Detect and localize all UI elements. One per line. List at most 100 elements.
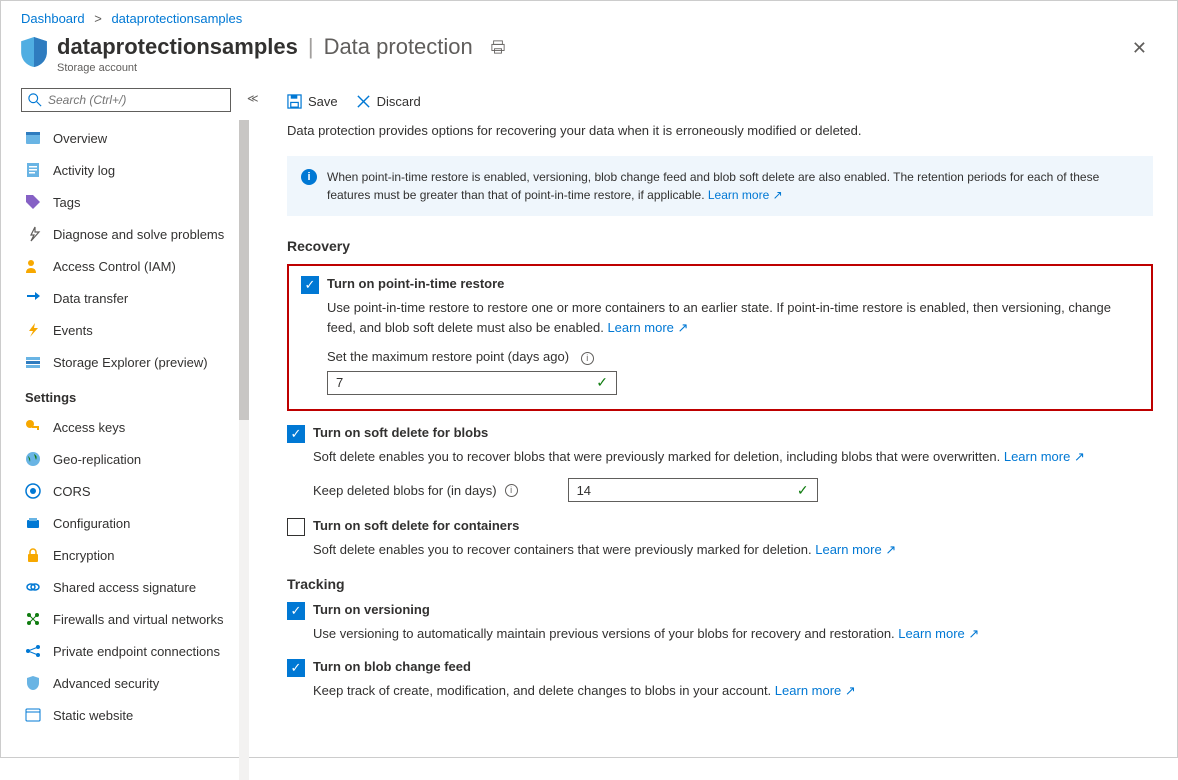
nav-tags[interactable]: Tags xyxy=(21,186,251,218)
check-icon: ✓ xyxy=(797,482,809,499)
nav-configuration[interactable]: Configuration xyxy=(21,507,251,539)
external-link-icon: ↗ xyxy=(885,542,896,557)
help-icon[interactable]: i xyxy=(505,484,518,497)
key-icon xyxy=(25,419,41,435)
lock-icon xyxy=(25,547,41,563)
section-tracking-title: Tracking xyxy=(287,576,1153,592)
nav-label: Storage Explorer (preview) xyxy=(53,355,208,370)
nav-cors[interactable]: CORS xyxy=(21,475,251,507)
nav-geo-replication[interactable]: Geo-replication xyxy=(21,443,251,475)
breadcrumb-resource[interactable]: dataprotectionsamples xyxy=(111,11,242,26)
close-button[interactable]: ✕ xyxy=(1132,38,1147,59)
discard-icon xyxy=(356,94,371,109)
nav-label: Data transfer xyxy=(53,291,128,306)
nav-label: Geo-replication xyxy=(53,452,141,467)
security-icon xyxy=(25,675,41,691)
scrollbar-track[interactable] xyxy=(239,120,249,780)
nav-label: Firewalls and virtual networks xyxy=(53,612,224,627)
nav-label: Configuration xyxy=(53,516,130,531)
checkbox-soft-delete-blobs[interactable]: ✓ xyxy=(287,425,305,443)
print-icon[interactable] xyxy=(491,40,505,57)
checkbox-versioning[interactable]: ✓ xyxy=(287,602,305,620)
nav-data-transfer[interactable]: Data transfer xyxy=(21,282,251,314)
chevron-right-icon: > xyxy=(94,11,102,26)
external-link-icon: ↗ xyxy=(1074,449,1085,464)
nav-advanced-security[interactable]: Advanced security xyxy=(21,667,251,699)
nav-access-keys[interactable]: Access keys xyxy=(21,411,251,443)
page-header: dataprotectionsamples | Data protection … xyxy=(1,32,1177,84)
field-label-soft-delete-blobs: Keep deleted blobs for (in days) xyxy=(313,483,497,498)
configuration-icon xyxy=(25,515,41,531)
globe-icon xyxy=(25,451,41,467)
check-icon: ✓ xyxy=(596,374,608,391)
data-transfer-icon xyxy=(25,290,41,306)
desc-versioning: Use versioning to automatically maintain… xyxy=(313,624,1153,644)
breadcrumb-dashboard[interactable]: Dashboard xyxy=(21,11,85,26)
sidebar: ≪ Overview Activity log Tags Diagnose an… xyxy=(1,84,259,758)
sas-icon xyxy=(25,579,41,595)
option-soft-delete-containers: Turn on soft delete for containers Soft … xyxy=(287,518,1153,560)
nav-label: Private endpoint connections xyxy=(53,644,220,659)
nav-diagnose[interactable]: Diagnose and solve problems xyxy=(21,218,251,250)
collapse-sidebar-icon[interactable]: ≪ xyxy=(247,92,259,105)
external-link-icon: ↗ xyxy=(773,188,783,202)
nav-label: Encryption xyxy=(53,548,114,563)
storage-explorer-icon xyxy=(25,354,41,370)
nav-overview[interactable]: Overview xyxy=(21,122,251,154)
option-versioning: ✓ Turn on versioning Use versioning to a… xyxy=(287,602,1153,644)
input-soft-delete-blobs-days[interactable]: 14 ✓ xyxy=(568,478,818,502)
diagnose-icon xyxy=(25,226,41,242)
nav-encryption[interactable]: Encryption xyxy=(21,539,251,571)
nav-activity-log[interactable]: Activity log xyxy=(21,154,251,186)
nav-storage-explorer[interactable]: Storage Explorer (preview) xyxy=(21,346,251,378)
label-change-feed: Turn on blob change feed xyxy=(313,659,471,674)
save-icon xyxy=(287,94,302,109)
search-input[interactable] xyxy=(48,93,224,107)
scrollbar-thumb[interactable] xyxy=(239,120,249,420)
search-box[interactable] xyxy=(21,88,231,112)
nav-private-endpoint[interactable]: Private endpoint connections xyxy=(21,635,251,667)
overview-icon xyxy=(25,130,41,146)
events-icon xyxy=(25,322,41,338)
info-banner: i When point-in-time restore is enabled,… xyxy=(287,156,1153,216)
website-icon xyxy=(25,707,41,723)
desc-change-feed: Keep track of create, modification, and … xyxy=(313,681,1153,701)
label-soft-delete-blobs: Turn on soft delete for blobs xyxy=(313,425,488,440)
endpoint-icon xyxy=(25,643,41,659)
learn-more-versioning[interactable]: Learn more ↗ xyxy=(898,626,979,641)
learn-more-pitr[interactable]: Learn more ↗ xyxy=(607,320,688,335)
cors-icon xyxy=(25,483,41,499)
checkbox-soft-delete-containers[interactable] xyxy=(287,518,305,536)
label-versioning: Turn on versioning xyxy=(313,602,430,617)
learn-more-soft-delete-containers[interactable]: Learn more ↗ xyxy=(815,542,896,557)
page-subtitle: Storage account xyxy=(57,62,505,74)
external-link-icon: ↗ xyxy=(678,320,689,335)
label-pitr: Turn on point-in-time restore xyxy=(327,276,504,291)
checkbox-change-feed[interactable]: ✓ xyxy=(287,659,305,677)
input-pitr-days[interactable]: 7 ✓ xyxy=(327,371,617,395)
help-icon[interactable]: i xyxy=(581,352,594,365)
discard-button[interactable]: Discard xyxy=(356,94,421,109)
learn-more-soft-delete-blobs[interactable]: Learn more ↗ xyxy=(1004,449,1085,464)
shield-icon xyxy=(21,37,47,67)
breadcrumb: Dashboard > dataprotectionsamples xyxy=(1,1,1177,32)
banner-learn-more-link[interactable]: Learn more ↗ xyxy=(708,188,783,202)
tags-icon xyxy=(25,194,41,210)
page-title-main: dataprotectionsamples xyxy=(57,34,298,60)
info-icon: i xyxy=(301,169,317,185)
nav-list: Overview Activity log Tags Diagnose and … xyxy=(21,122,251,731)
save-button[interactable]: Save xyxy=(287,94,338,109)
external-link-icon: ↗ xyxy=(845,683,856,698)
toolbar: Save Discard xyxy=(287,94,1153,109)
activity-log-icon xyxy=(25,162,41,178)
nav-firewalls[interactable]: Firewalls and virtual networks xyxy=(21,603,251,635)
nav-static-website[interactable]: Static website xyxy=(21,699,251,731)
nav-iam[interactable]: Access Control (IAM) xyxy=(21,250,251,282)
checkbox-pitr[interactable]: ✓ xyxy=(301,276,319,294)
nav-sas[interactable]: Shared access signature xyxy=(21,571,251,603)
learn-more-change-feed[interactable]: Learn more ↗ xyxy=(775,683,856,698)
save-label: Save xyxy=(308,94,338,109)
nav-label: Diagnose and solve problems xyxy=(53,227,224,242)
nav-events[interactable]: Events xyxy=(21,314,251,346)
nav-label: CORS xyxy=(53,484,91,499)
